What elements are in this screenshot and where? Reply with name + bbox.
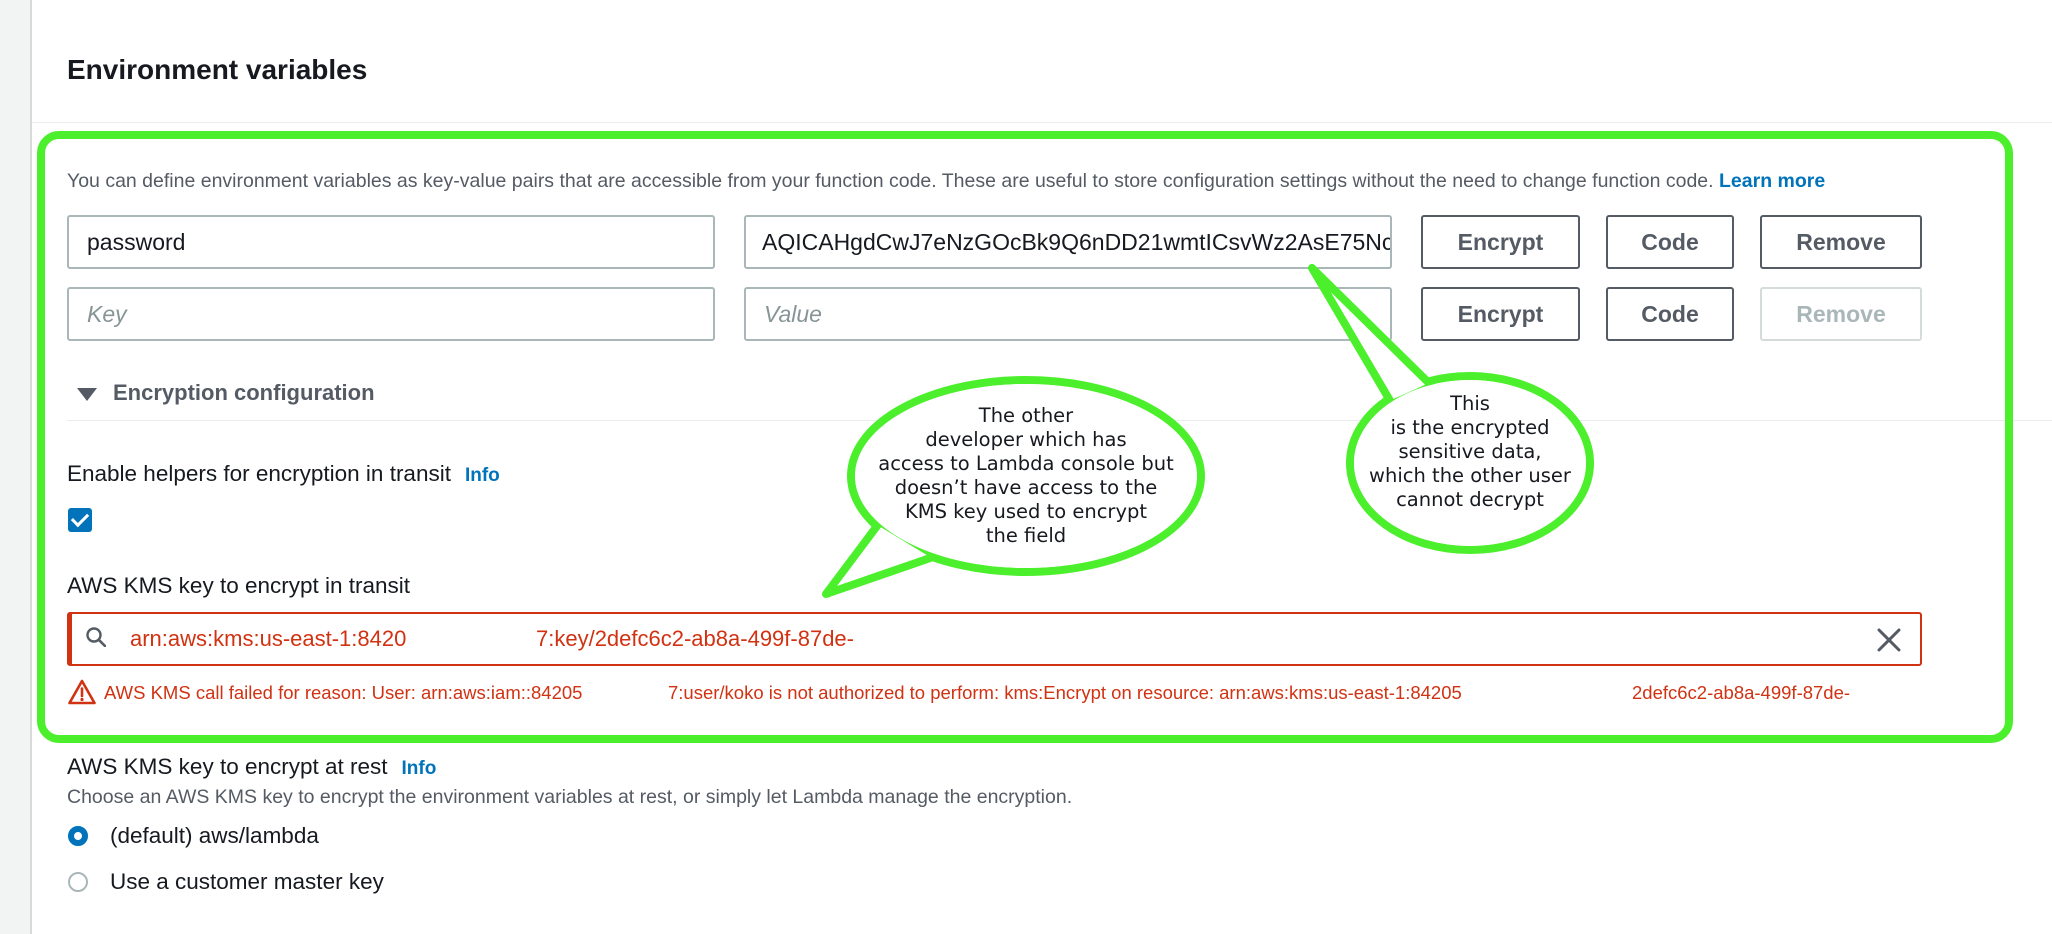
kms-transit-key-input[interactable]: arn:aws:kms:us-east-1:8420 7:key/2defc6c… [67, 612, 1922, 666]
callout-line: access to Lambda console but [878, 452, 1174, 475]
info-link[interactable]: Info [465, 465, 500, 486]
callout-line: which the other user [1369, 464, 1571, 487]
helpers-checkbox[interactable] [68, 508, 92, 532]
callout-line: developer which has [925, 428, 1127, 451]
callout-line: is the encrypted [1390, 416, 1550, 439]
encrypt-button[interactable]: Encrypt [1421, 287, 1580, 341]
env-value-input[interactable]: AQICAHgdCwJ7eNzGOcBk9Q6nDD21wmtICsvWz2As… [744, 215, 1392, 269]
radio-customer-master-key[interactable] [68, 872, 88, 892]
warning-icon [68, 679, 96, 705]
error-message-part1: AWS KMS call failed for reason: User: ar… [104, 682, 583, 703]
callout-line: sensitive data, [1398, 440, 1542, 463]
encrypt-button[interactable]: Encrypt [1421, 215, 1580, 269]
helpers-label-text: Enable helpers for encryption in transit [67, 461, 451, 486]
page-title: Environment variables [67, 54, 368, 85]
encryption-configuration-toggle[interactable]: Encryption configuration [77, 380, 375, 406]
kms-key-value-part1: arn:aws:kms:us-east-1:8420 [130, 626, 407, 651]
callout-left-text: The other developer which has access to … [866, 404, 1186, 548]
env-key-input[interactable]: password [67, 215, 715, 269]
callout-right-text: This is the encrypted sensitive data, wh… [1350, 392, 1590, 512]
callout-line: cannot decrypt [1396, 488, 1544, 511]
info-link[interactable]: Info [402, 758, 437, 779]
description: You can define environment variables as … [67, 170, 1825, 193]
helpers-label: Enable helpers for encryption in transit… [67, 461, 500, 487]
rest-key-hint: Choose an AWS KMS key to encrypt the env… [67, 786, 1073, 808]
error-message-part2: 7:user/koko is not authorized to perform… [668, 682, 1462, 703]
callout-line: doesn’t have access to the [894, 476, 1158, 499]
rest-key-label: AWS KMS key to encrypt at rest Info [67, 754, 436, 780]
callout-line: The other [978, 404, 1074, 427]
callout-line: KMS key used to encrypt [904, 500, 1148, 523]
code-button[interactable]: Code [1606, 287, 1734, 341]
panel-header: Environment variables [32, 0, 2052, 123]
search-icon [86, 627, 106, 647]
close-icon[interactable] [1876, 627, 1902, 653]
remove-button[interactable]: Remove [1760, 215, 1922, 269]
radio-customer-label: Use a customer master key [110, 869, 384, 894]
code-button[interactable]: Code [1606, 215, 1734, 269]
remove-button-disabled: Remove [1760, 287, 1922, 341]
kms-key-value-part2: 7:key/2defc6c2-ab8a-499f-87de- [536, 626, 854, 651]
rest-key-label-text: AWS KMS key to encrypt at rest [67, 754, 388, 779]
env-key-input-empty[interactable]: Key [67, 287, 715, 341]
callout-line: This [1450, 392, 1490, 415]
transit-key-label: AWS KMS key to encrypt in transit [67, 573, 411, 598]
callout-line: the field [985, 524, 1067, 547]
encryption-configuration-label: Encryption configuration [113, 380, 375, 405]
env-value-input-empty[interactable]: Value [744, 287, 1392, 341]
description-text: You can define environment variables as … [67, 170, 1714, 192]
radio-default-aws-lambda[interactable] [68, 826, 88, 846]
caret-down-icon [77, 387, 97, 401]
learn-more-link[interactable]: Learn more [1719, 170, 1825, 192]
error-message-part3: 2defc6c2-ab8a-499f-87de- [1632, 682, 1851, 703]
radio-default-label: (default) aws/lambda [110, 823, 319, 848]
